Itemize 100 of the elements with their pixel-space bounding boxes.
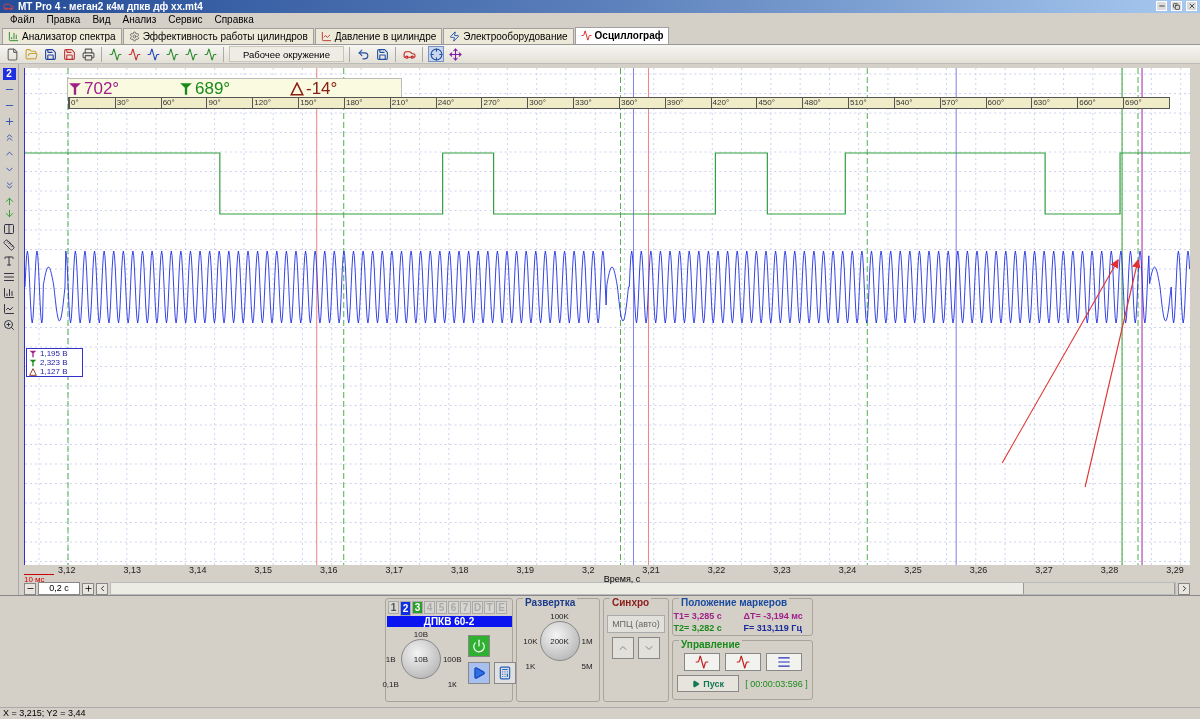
angle-tick-label: 120°	[252, 98, 299, 109]
time-tick-label: 3,24	[838, 565, 857, 575]
falling-edge-button[interactable]	[638, 637, 660, 660]
plus-icon	[83, 584, 93, 594]
calculator-button[interactable]	[493, 661, 516, 684]
voltage-reading: 1,195 В	[40, 349, 68, 359]
multi-trace-view-button[interactable]	[765, 653, 802, 672]
angle-tick-label: 180°	[343, 98, 390, 109]
menu-item[interactable]: Справка	[208, 14, 260, 26]
menu-item[interactable]: Анализ	[116, 14, 163, 26]
tool-icon[interactable]	[3, 239, 15, 252]
range-knob[interactable]: 10В	[400, 639, 441, 680]
save-icon[interactable]	[42, 46, 58, 63]
marker-value: 702°	[84, 78, 120, 99]
range-knob[interactable]: 200K	[539, 621, 580, 662]
group-title: Развертка	[523, 597, 578, 609]
time-tick-label: 3,13	[123, 565, 141, 575]
play-button[interactable]	[467, 661, 490, 684]
tool-icon[interactable]	[3, 287, 15, 300]
angle-tick-label: 150°	[298, 98, 344, 109]
calculator-icon	[497, 665, 512, 680]
zoom-out-button[interactable]	[24, 582, 36, 595]
angle-tick-label: 270°	[481, 98, 528, 109]
waves-icon[interactable]	[183, 46, 199, 63]
angle-tick-label: 330°	[573, 98, 619, 109]
channel-indicator[interactable]: 2	[2, 68, 16, 81]
time-tick-label: 3,12	[58, 565, 76, 575]
workspace-dropdown[interactable]: Рабочее окружение	[229, 46, 344, 63]
menu-item[interactable]: Файл	[4, 14, 41, 26]
wave-icon	[735, 655, 750, 670]
horizontal-scrollbar[interactable]	[110, 582, 1176, 596]
wave-icon	[694, 655, 709, 670]
crosshair-icon[interactable]	[428, 46, 444, 63]
channel-tab[interactable]: 1	[388, 601, 399, 615]
angle-tick-label: 630°	[1031, 98, 1078, 109]
tab[interactable]: Анализатор спектра	[2, 27, 122, 44]
voltage-reading: 1,127 В	[40, 367, 68, 377]
channel-tab[interactable]: 2	[400, 601, 411, 617]
scroll-right-button[interactable]	[1178, 582, 1190, 595]
menu-item[interactable]: Правка	[40, 14, 87, 26]
tab[interactable]: Давление в цилиндре	[314, 27, 443, 44]
move-icon[interactable]	[447, 46, 463, 63]
sine-view-button[interactable]	[683, 653, 720, 672]
tool-icon[interactable]	[3, 319, 15, 332]
printer-icon[interactable]	[80, 46, 96, 63]
marker-position: T2= 3,282 с	[673, 623, 723, 634]
play-icon	[692, 679, 701, 688]
tab[interactable]: Электрооборудование	[443, 27, 574, 44]
menu-item[interactable]: Сервис	[162, 14, 209, 26]
chart-icon	[8, 30, 19, 42]
marker-flag-icon	[179, 81, 193, 96]
angle-tick-label: 360°	[618, 98, 665, 109]
tool-icon[interactable]	[3, 223, 15, 236]
waves-icon[interactable]	[126, 46, 142, 63]
traces-icon	[776, 655, 791, 670]
restore-button[interactable]	[1171, 1, 1182, 12]
zoom-in-icon[interactable]	[3, 116, 15, 128]
angle-tick-label: 210°	[389, 98, 436, 109]
angle-tick-label: 450°	[756, 98, 803, 109]
menu-item[interactable]: Вид	[86, 14, 117, 26]
angle-tick-label: 90°	[206, 98, 253, 109]
time-tick-label: 3,26	[969, 565, 988, 575]
waves-icon[interactable]	[145, 46, 161, 63]
time-tick-label: 3,21	[642, 565, 660, 575]
minimize-button[interactable]	[1156, 1, 1167, 12]
tab[interactable]: Осциллограф	[574, 26, 670, 44]
close-icon	[1187, 2, 1196, 11]
lightning-icon	[449, 30, 461, 42]
save-icon[interactable]	[61, 46, 77, 63]
waves-icon[interactable]	[202, 46, 218, 63]
zoom-field[interactable]: 0,2 с	[38, 582, 80, 596]
waves-icon[interactable]	[107, 46, 123, 63]
close-button[interactable]	[1186, 1, 1197, 12]
time-tick-label: 3,22	[707, 565, 726, 575]
tool-icon[interactable]	[3, 255, 15, 268]
tool-icon[interactable]	[3, 303, 15, 316]
delta-marker-icon	[29, 367, 37, 376]
marker-value: 689°	[195, 78, 231, 99]
timer-text: [ 00:00:03:596 ]	[745, 678, 808, 689]
angle-tick-label: 570°	[939, 98, 986, 109]
tab[interactable]: Эффективность работы цилиндров	[122, 27, 314, 44]
save-icon[interactable]	[374, 46, 390, 63]
waves-icon[interactable]	[164, 46, 180, 63]
zoom-in-button[interactable]	[82, 582, 94, 595]
angle-tick-label: 690°	[1123, 98, 1169, 109]
cursor-coordinates: X = 3,215; Y2 = 3,44	[3, 708, 86, 718]
sine-grid-view-button[interactable]	[724, 653, 761, 672]
angle-tick-label: 420°	[710, 98, 757, 109]
angle-tick-label: 600°	[985, 98, 1032, 109]
power-button[interactable]	[467, 634, 490, 657]
scroll-left-button[interactable]	[96, 582, 108, 595]
angle-tick-label: 240°	[435, 98, 482, 109]
time-tick-label: 3,14	[188, 565, 207, 575]
power-icon	[471, 638, 486, 653]
sync-mode-dropdown[interactable]: МПЦ (авто)	[607, 615, 665, 634]
start-button[interactable]: Пуск	[677, 675, 740, 693]
rising-edge-button[interactable]	[612, 637, 634, 660]
time-tick-label: 3,16	[319, 565, 338, 575]
axis-title: Время, с	[602, 574, 642, 585]
tool-icon[interactable]	[3, 271, 15, 284]
